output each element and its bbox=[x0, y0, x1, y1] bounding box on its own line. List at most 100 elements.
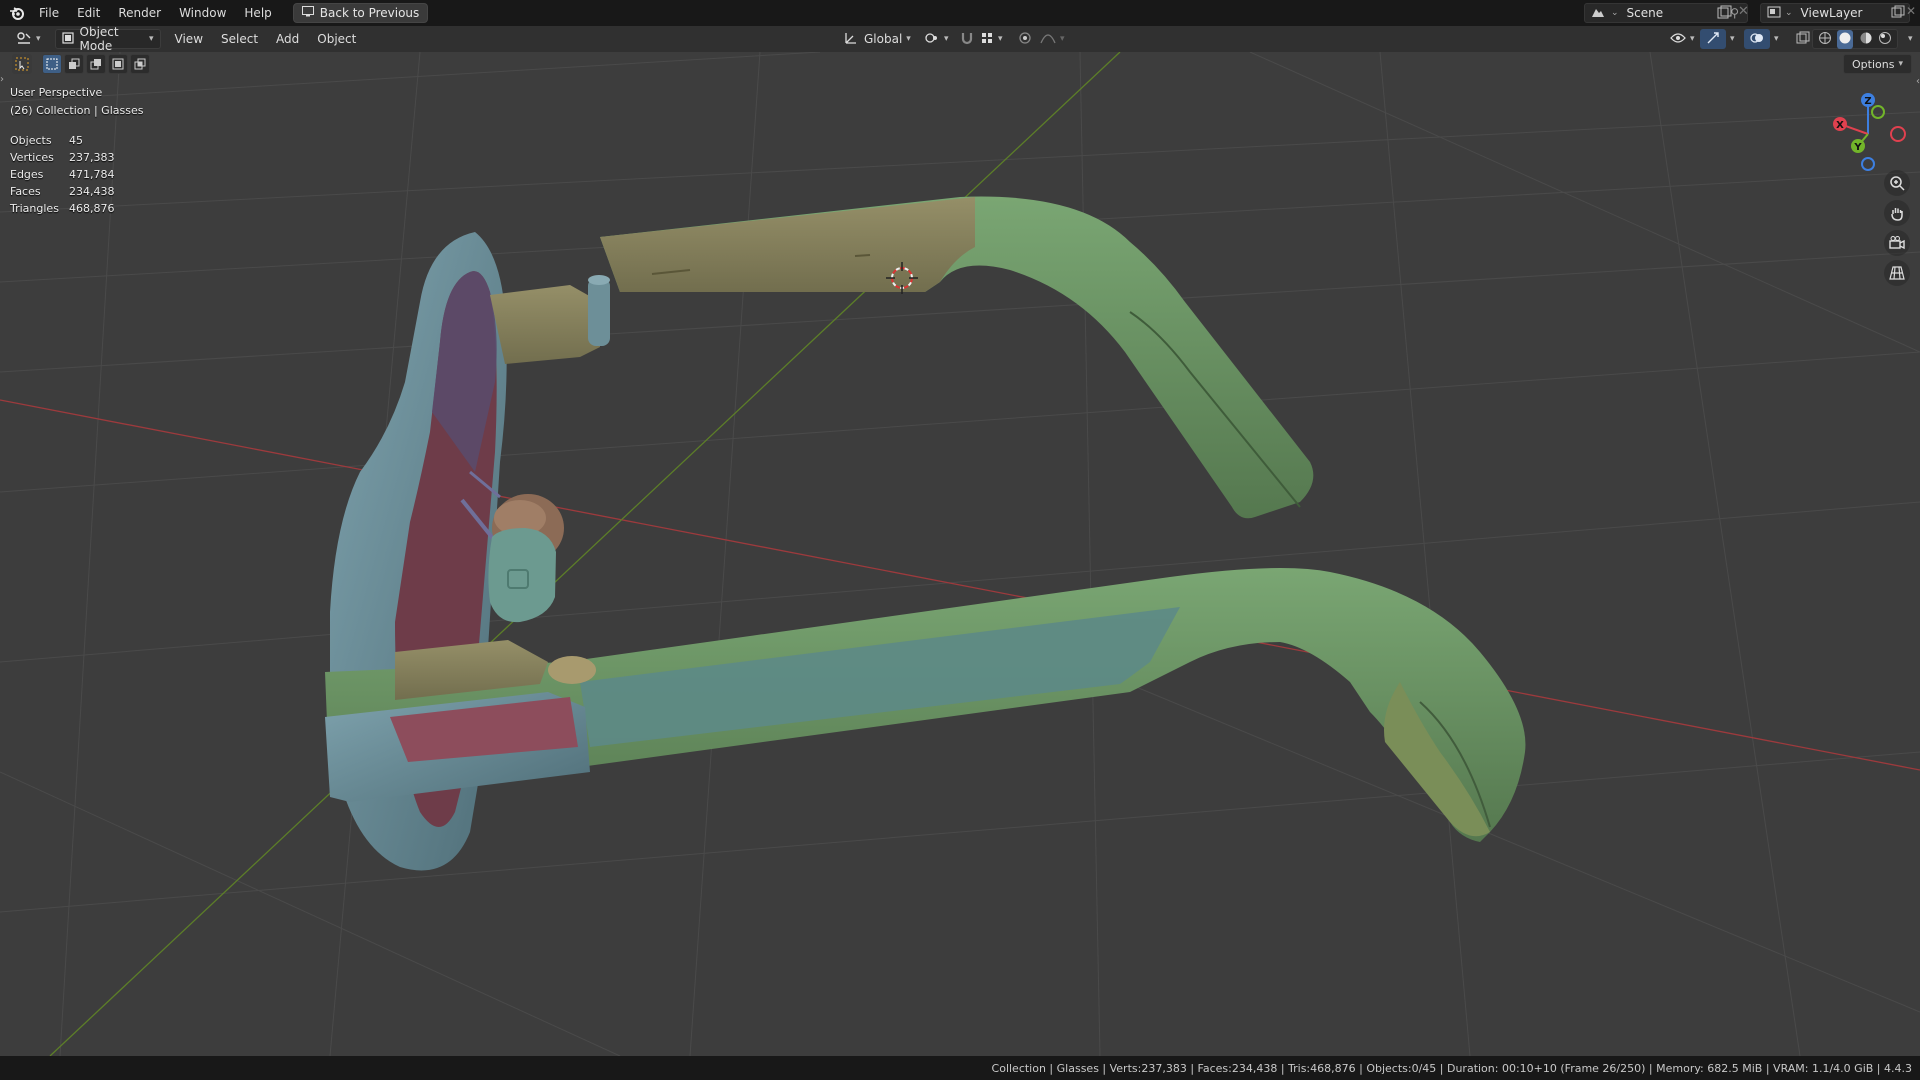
menu-edit[interactable]: Edit bbox=[68, 2, 109, 24]
snap-target-dropdown[interactable]: ▾ bbox=[974, 29, 1009, 49]
material-shading-icon[interactable] bbox=[1859, 31, 1873, 48]
chevron-down-icon: ▾ bbox=[1898, 59, 1903, 69]
object-mode-icon bbox=[61, 31, 74, 47]
chevron-down-icon: ▾ bbox=[1690, 34, 1695, 44]
chevron-down-icon: ▾ bbox=[1774, 34, 1779, 44]
back-to-previous-button[interactable]: Back to Previous bbox=[292, 3, 429, 23]
gizmo-icon bbox=[1706, 31, 1720, 48]
chevron-down-icon: ▾ bbox=[1908, 34, 1913, 44]
transform-orientation-dropdown[interactable]: Global ▾ bbox=[838, 29, 917, 49]
chevron-down-icon: ▾ bbox=[944, 34, 949, 44]
blender-logo-icon[interactable] bbox=[4, 0, 30, 26]
top-menu-bar: File Edit Render Window Help Back to Pre… bbox=[0, 0, 1920, 26]
falloff-dropdown[interactable]: ▾ bbox=[1034, 29, 1071, 49]
glasses-model[interactable] bbox=[325, 196, 1526, 871]
scene-statistics: Objects 45 Vertices 237,383 Edges 471,784 F… bbox=[10, 132, 115, 217]
menu-render[interactable]: Render bbox=[109, 2, 170, 24]
orientation-icon bbox=[844, 31, 858, 48]
hinge-screw[interactable] bbox=[548, 656, 596, 684]
editor-type-button[interactable]: ▾ bbox=[10, 29, 47, 49]
stat-row: Edges 471,784 bbox=[10, 168, 115, 181]
status-bar-info: Collection | Glasses | Verts:237,383 | F… bbox=[991, 1061, 1912, 1075]
delete-scene-icon[interactable]: ✕ bbox=[1738, 4, 1749, 19]
scene-name: Scene bbox=[1626, 6, 1664, 20]
options-dropdown[interactable]: Options ▾ bbox=[1843, 54, 1912, 74]
wireframe-shading-icon[interactable] bbox=[1818, 31, 1832, 48]
select-tools-strip bbox=[12, 54, 150, 74]
view-layer-selector[interactable]: ⌄ ViewLayer bbox=[1760, 3, 1910, 23]
chevron-down-icon: ▾ bbox=[1730, 34, 1735, 44]
perspective-label: User Perspective bbox=[10, 86, 103, 99]
chevron-down-icon: ▾ bbox=[1060, 34, 1065, 44]
select-intersect-icon[interactable] bbox=[130, 54, 150, 74]
orientation-label: Global bbox=[864, 32, 903, 46]
chevron-down-icon: ▾ bbox=[998, 34, 1003, 44]
menu-view[interactable]: View bbox=[169, 29, 209, 49]
options-label: Options bbox=[1852, 57, 1895, 71]
mode-label: Object Mode bbox=[79, 25, 119, 53]
stat-row: Triangles 468,876 bbox=[10, 202, 115, 215]
svg-text:Z: Z bbox=[1864, 96, 1871, 107]
snap-grid-icon bbox=[980, 31, 994, 48]
chevron-down-icon: ⌄ bbox=[1785, 8, 1793, 18]
camera-view-icon[interactable] bbox=[1884, 230, 1910, 256]
gizmo-dropdown[interactable]: ▾ bbox=[1720, 29, 1741, 49]
gizmo-neg-x[interactable] bbox=[1890, 126, 1906, 142]
select-subtract-icon[interactable] bbox=[86, 54, 106, 74]
toolbar-toggle-icon[interactable]: › bbox=[0, 74, 4, 85]
perspective-toggle-icon[interactable] bbox=[1884, 260, 1910, 286]
menu-object[interactable]: Object bbox=[311, 29, 362, 49]
pivot-point-dropdown[interactable]: ▾ bbox=[918, 29, 955, 49]
select-new-icon[interactable] bbox=[42, 54, 62, 74]
menu-select[interactable]: Select bbox=[215, 29, 264, 49]
select-extend-icon[interactable] bbox=[64, 54, 84, 74]
menu-file[interactable]: File bbox=[30, 2, 68, 24]
scene-icon bbox=[1591, 6, 1605, 21]
scene-render bbox=[0, 52, 1920, 1056]
svg-text:Y: Y bbox=[1853, 142, 1862, 153]
3d-viewport[interactable]: Options ▾ User Perspective (26) Collecti… bbox=[0, 52, 1920, 1056]
visibility-dropdown[interactable]: ▾ bbox=[1664, 29, 1701, 49]
select-invert-icon[interactable] bbox=[108, 54, 128, 74]
magnet-icon bbox=[960, 31, 974, 48]
stat-row: Objects 45 bbox=[10, 134, 83, 147]
pivot-icon bbox=[924, 31, 940, 48]
menu-help[interactable]: Help bbox=[235, 2, 280, 24]
chevron-down-icon: ▾ bbox=[906, 34, 911, 44]
menu-add[interactable]: Add bbox=[270, 29, 305, 49]
gizmo-neg-z[interactable] bbox=[1861, 157, 1875, 171]
mode-selector[interactable]: Object Mode ▾ bbox=[54, 25, 161, 53]
top-hinge-block[interactable] bbox=[490, 285, 600, 364]
view-layer-icon bbox=[1767, 6, 1781, 21]
solid-shading-icon[interactable] bbox=[1837, 29, 1854, 49]
chevron-down-icon: ▾ bbox=[36, 34, 41, 44]
stat-row: Vertices 237,383 bbox=[10, 151, 115, 164]
rendered-shading-icon[interactable] bbox=[1878, 31, 1892, 48]
top-hinge-pin[interactable] bbox=[588, 278, 610, 346]
delete-view-layer-icon[interactable]: ✕ bbox=[1906, 4, 1916, 18]
gizmo-neg-y[interactable] bbox=[1871, 105, 1885, 119]
overlays-dropdown[interactable]: ▾ bbox=[1764, 29, 1785, 49]
chevron-down-icon: ▾ bbox=[149, 34, 154, 44]
collection-label: (26) Collection | Glasses bbox=[10, 104, 144, 117]
select-box-tool-icon[interactable] bbox=[12, 54, 32, 74]
menu-window[interactable]: Window bbox=[170, 2, 235, 24]
falloff-icon bbox=[1040, 31, 1056, 48]
viewport-header: ▾ Object Mode ▾ View Select Add Object G… bbox=[0, 25, 1920, 53]
navigation-gizmo[interactable]: Z X Y bbox=[1818, 88, 1910, 178]
shading-switcher[interactable] bbox=[1812, 29, 1898, 49]
sidebar-toggle-icon[interactable]: ‹ bbox=[1916, 76, 1920, 87]
pan-hand-icon[interactable] bbox=[1884, 200, 1910, 226]
zoom-icon[interactable] bbox=[1884, 170, 1910, 196]
proportional-edit-icon bbox=[1018, 31, 1032, 48]
eye-icon bbox=[1670, 32, 1686, 47]
nose-pad-green[interactable] bbox=[488, 528, 556, 623]
new-scene-icon[interactable] bbox=[1716, 5, 1732, 21]
new-view-layer-icon[interactable] bbox=[1891, 5, 1905, 22]
shading-dropdown[interactable]: ▾ bbox=[1898, 29, 1919, 49]
stat-row: Faces 234,438 bbox=[10, 185, 115, 198]
editor-type-icon bbox=[16, 31, 32, 48]
screen-icon bbox=[301, 6, 314, 20]
far-temple-yellow-section[interactable] bbox=[600, 197, 975, 292]
status-bar: Collection | Glasses | Verts:237,383 | F… bbox=[0, 1056, 1920, 1080]
